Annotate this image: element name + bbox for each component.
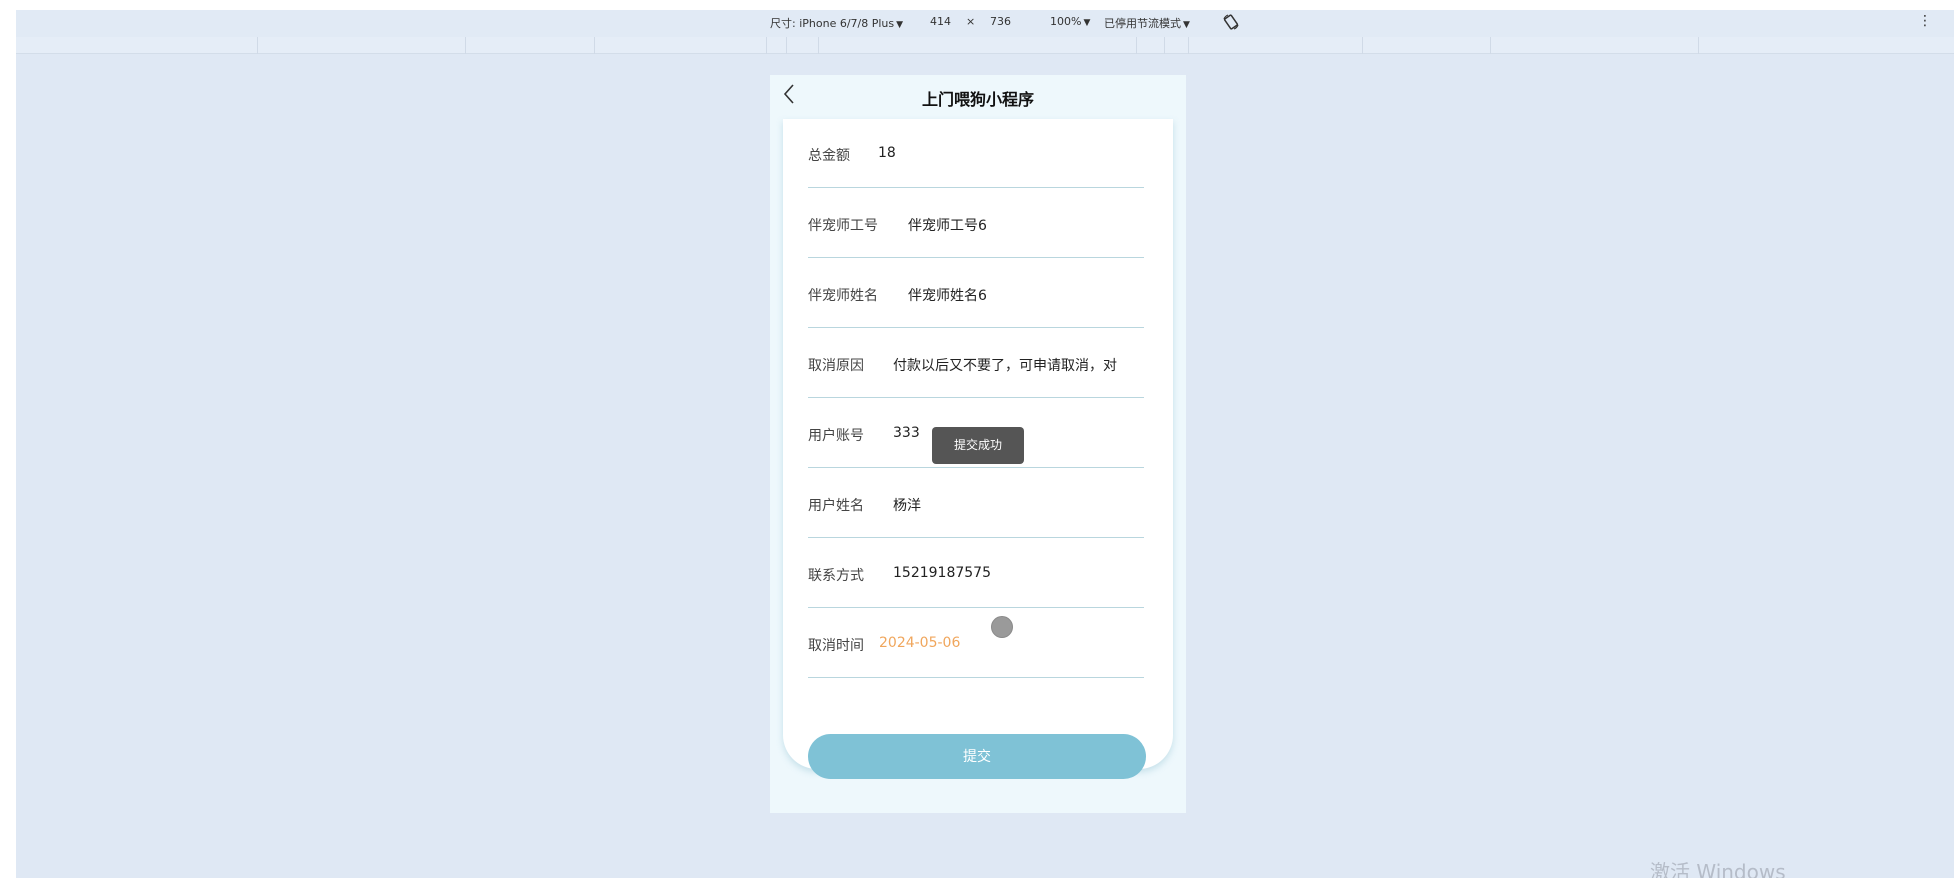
- media-query-ruler: [16, 37, 1954, 54]
- ruler-tick: [766, 37, 767, 54]
- form-row-sitter-name: 伴宠师姓名 伴宠师姓名6: [808, 259, 1144, 328]
- form-row-sitter-id: 伴宠师工号 伴宠师工号6: [808, 189, 1144, 258]
- ruler-tick: [1188, 37, 1189, 54]
- total-amount-field[interactable]: 18: [878, 145, 896, 161]
- ruler-tick: [1164, 37, 1165, 54]
- submit-button[interactable]: 提交: [808, 734, 1146, 779]
- ruler-tick: [1490, 37, 1491, 54]
- page-title: 上门喂狗小程序: [921, 90, 1034, 109]
- sitter-id-field[interactable]: 伴宠师工号6: [908, 215, 987, 235]
- form-row-total-amount: 总金额 18: [808, 119, 1144, 188]
- form-row-contact: 联系方式 15219187575: [808, 539, 1144, 608]
- field-label: 用户账号: [808, 428, 864, 444]
- sitter-name-field[interactable]: 伴宠师姓名6: [908, 285, 987, 305]
- form-row-cancel-time: 取消时间 2024-05-06: [808, 609, 1144, 678]
- ruler-tick: [786, 37, 787, 54]
- form-row-user-name: 用户姓名 杨洋: [808, 469, 1144, 538]
- cancel-time-picker[interactable]: 2024-05-06: [879, 635, 960, 651]
- zoom-selector[interactable]: 100% ▼: [1050, 15, 1090, 28]
- throttle-selector[interactable]: 已停用节流模式 ▼: [1104, 15, 1190, 31]
- ruler-tick: [465, 37, 466, 54]
- ruler-tick: [257, 37, 258, 54]
- ruler-tick: [1136, 37, 1137, 54]
- device-selector[interactable]: 尺寸: iPhone 6/7/8 Plus ▼: [770, 15, 903, 31]
- touch-indicator-icon: [991, 616, 1013, 638]
- contact-field[interactable]: 15219187575: [893, 565, 991, 581]
- ruler-tick: [1362, 37, 1363, 54]
- field-label: 联系方式: [808, 568, 864, 584]
- field-label: 总金额: [808, 148, 850, 164]
- field-label: 伴宠师姓名: [808, 288, 878, 304]
- dimension-separator: ×: [966, 15, 976, 28]
- field-label: 取消原因: [808, 358, 864, 374]
- nav-bar: 上门喂狗小程序: [770, 75, 1186, 119]
- ruler-tick: [818, 37, 819, 54]
- rotate-icon[interactable]: [1222, 13, 1240, 34]
- user-name-field[interactable]: 杨洋: [893, 495, 921, 515]
- field-label: 取消时间: [808, 638, 864, 654]
- toast-message: 提交成功: [932, 427, 1024, 464]
- form-row-cancel-reason: 取消原因 付款以后又不要了，可申请取消，对: [808, 329, 1144, 398]
- width-input[interactable]: 414: [930, 15, 951, 28]
- ruler-tick: [1698, 37, 1699, 54]
- field-label: 用户姓名: [808, 498, 864, 514]
- field-label: 伴宠师工号: [808, 218, 878, 234]
- device-toolbar: 尺寸: iPhone 6/7/8 Plus ▼ 414 × 736 100% ▼ 已…: [16, 10, 1954, 37]
- more-options-icon[interactable]: ⋮: [1918, 13, 1932, 29]
- ruler-tick: [594, 37, 595, 54]
- height-input[interactable]: 736: [990, 15, 1011, 28]
- user-account-field[interactable]: 333: [893, 425, 920, 441]
- cancel-reason-field[interactable]: 付款以后又不要了，可申请取消，对: [893, 355, 1144, 375]
- windows-activation-watermark: 激活 Windows: [1650, 860, 1786, 878]
